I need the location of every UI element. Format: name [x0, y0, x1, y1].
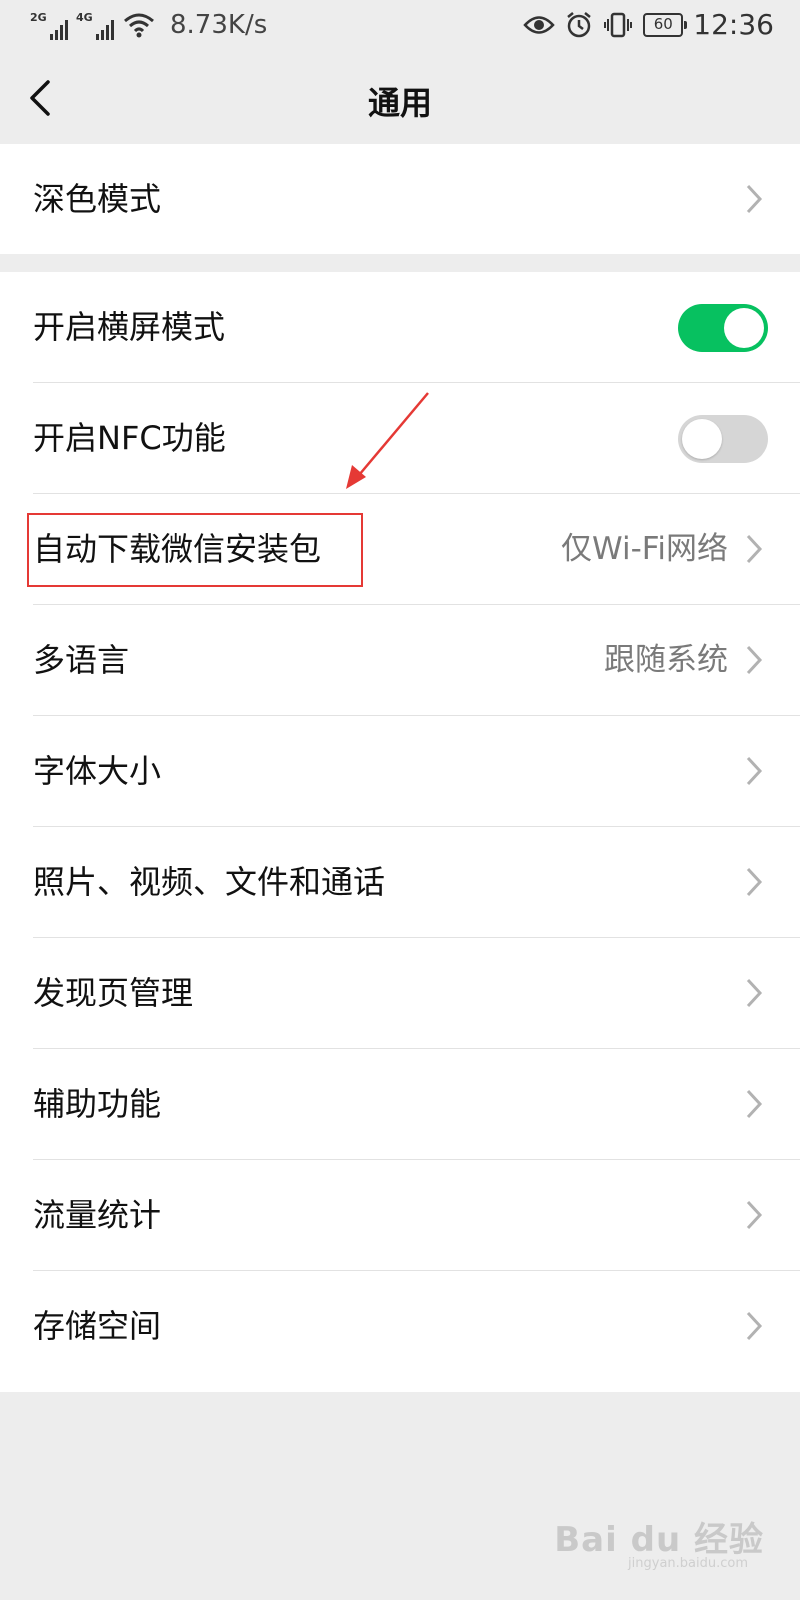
toggle-knob	[682, 419, 722, 459]
setting-label: 字体大小	[33, 752, 162, 790]
setting-value: 跟随系统	[604, 642, 728, 678]
setting-label: 深色模式	[33, 180, 162, 218]
clock: 12:36	[693, 8, 774, 41]
setting-label: 发现页管理	[33, 974, 194, 1012]
chevron-right-icon	[746, 1089, 763, 1119]
setting-label: 开启NFC功能	[33, 419, 226, 457]
toggle-knob	[724, 308, 764, 348]
chevron-right-icon	[746, 645, 763, 675]
chevron-right-icon	[746, 1311, 763, 1341]
chevron-right-icon	[746, 978, 763, 1008]
setting-label: 照片、视频、文件和通话	[33, 863, 386, 901]
setting-row-dark-mode[interactable]: 深色模式	[0, 144, 800, 254]
setting-row-data-usage[interactable]: 流量统计	[0, 1160, 800, 1271]
setting-row-media[interactable]: 照片、视频、文件和通话	[0, 827, 800, 938]
setting-row-landscape-mode[interactable]: 开启横屏模式	[0, 272, 800, 383]
vibrate-icon	[604, 12, 633, 37]
setting-label: 流量统计	[33, 1196, 162, 1234]
setting-row-storage[interactable]: 存储空间	[0, 1271, 800, 1382]
annotation-arrow-icon	[346, 392, 429, 489]
setting-label: 辅助功能	[33, 1085, 162, 1123]
setting-row-font-size[interactable]: 字体大小	[0, 716, 800, 827]
status-bar: 2G 4G 8.73K/s 60 12:36	[0, 0, 800, 56]
eye-icon	[523, 15, 556, 34]
setting-label: 多语言	[33, 641, 130, 679]
setting-label: 存储空间	[33, 1307, 162, 1345]
chevron-right-icon	[746, 534, 763, 564]
watermark-logo: Bai du 经验	[554, 1520, 764, 1560]
chevron-right-icon	[746, 1200, 763, 1230]
setting-row-discover-management[interactable]: 发现页管理	[0, 938, 800, 1049]
annotation-highlight-box	[27, 513, 363, 587]
cellular-signal-icon: 4G	[76, 8, 114, 42]
setting-row-language[interactable]: 多语言 跟随系统	[0, 605, 800, 716]
battery-icon: 60	[643, 12, 688, 37]
wifi-icon	[124, 13, 154, 38]
settings-group-display: 深色模式	[0, 144, 800, 254]
setting-label: 开启横屏模式	[33, 308, 226, 346]
setting-value: 仅Wi-Fi网络	[561, 531, 728, 567]
alarm-icon	[567, 11, 592, 37]
chevron-right-icon	[746, 756, 763, 786]
chevron-right-icon	[746, 184, 763, 214]
cellular-signal-icon: 2G	[30, 8, 68, 42]
landscape-toggle[interactable]	[678, 304, 768, 352]
nfc-toggle[interactable]	[678, 415, 768, 463]
chevron-right-icon	[746, 867, 763, 897]
nav-header: 通用	[0, 56, 800, 144]
setting-row-accessibility[interactable]: 辅助功能	[0, 1049, 800, 1160]
network-speed: 8.73K/s	[170, 10, 268, 40]
page-title: 通用	[367, 84, 432, 122]
watermark-url: jingyan.baidu.com	[628, 1556, 748, 1571]
